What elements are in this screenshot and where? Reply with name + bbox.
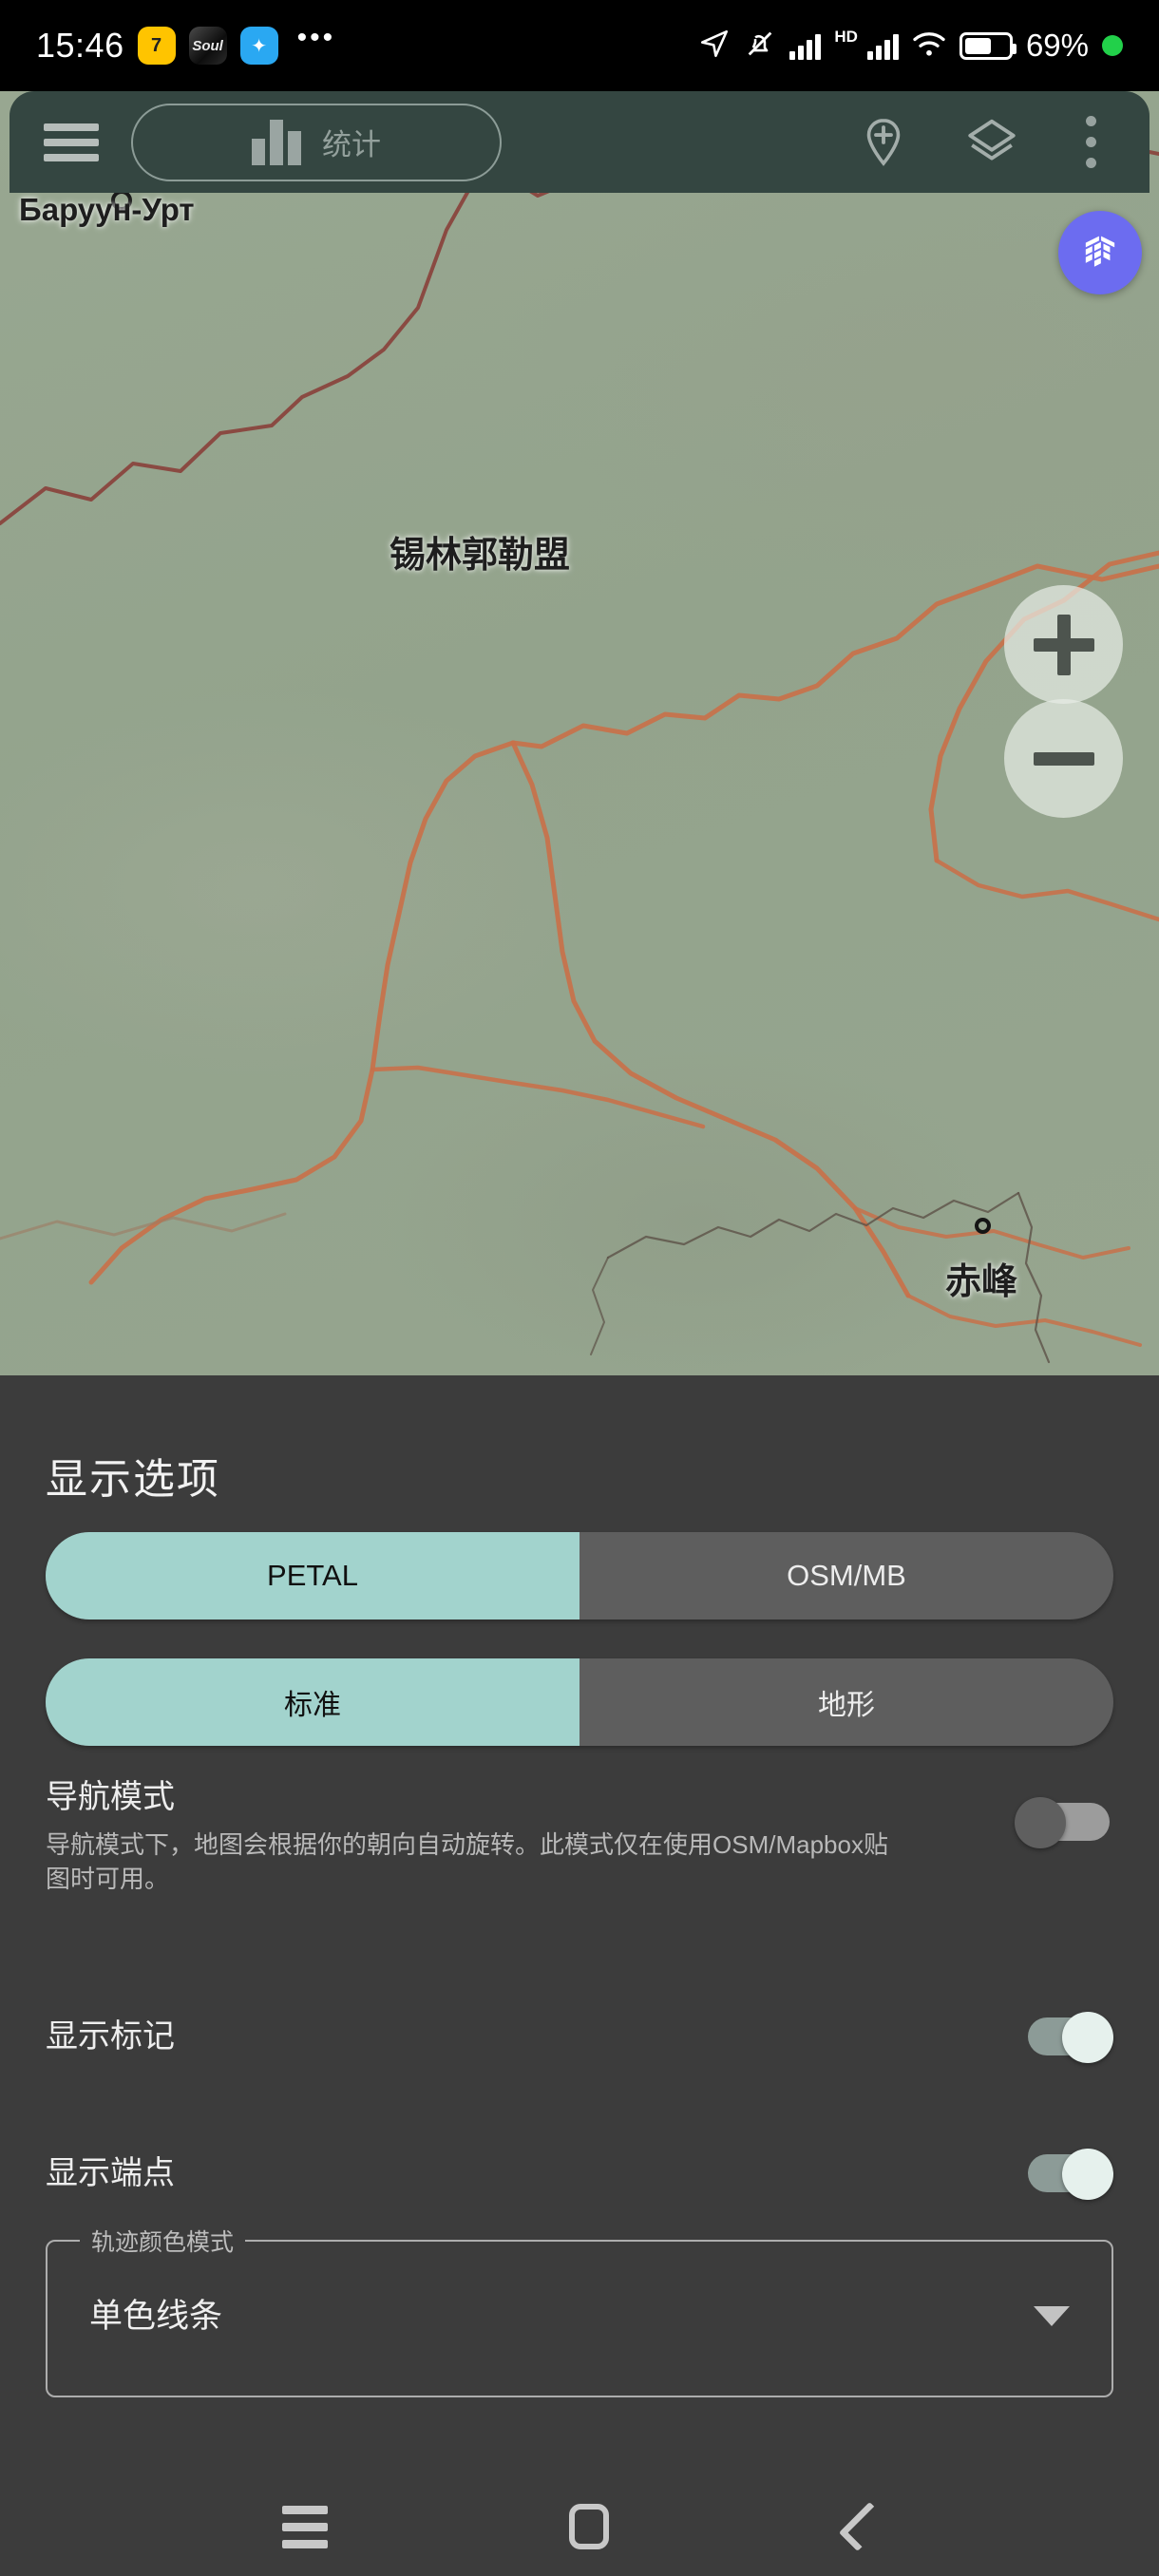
app-bar-actions [856, 112, 1115, 172]
minus-icon [1033, 751, 1094, 766]
navigation-mode-description: 导航模式下，地图会根据你的朝向自动旋转。此模式仅在使用OSM/Mapbox贴图时… [46, 1830, 888, 1893]
droid-icon: ✦ [239, 27, 278, 65]
map-label-baruun-urt: Баруун-Урт [19, 192, 195, 227]
plus-icon-vertical [1056, 614, 1071, 675]
status-bar: 15:46 7 Soul ✦ ••• HD 69% [0, 0, 1159, 91]
show-endpoints-row: 显示端点 [46, 2147, 1113, 2204]
signal-sim1-icon [789, 31, 822, 60]
app-bar: 统计 [10, 91, 1150, 193]
signal-sim2-icon [866, 31, 899, 60]
mute-bell-icon [744, 28, 776, 65]
hd-voice-label: HD [834, 27, 858, 46]
soul-icon: Soul [188, 27, 227, 65]
qimao-icon: 7 [137, 27, 176, 65]
battery-icon [959, 31, 1016, 60]
track-color-mode-legend: 轨迹颜色模式 [80, 2224, 246, 2258]
page-title: 显示选项 [46, 1456, 220, 1503]
show-markers-toggle[interactable] [1015, 2012, 1113, 2063]
battery-percent: 69% [1025, 28, 1089, 63]
bar-chart-icon [252, 119, 301, 165]
stats-chip-button[interactable]: 统计 [131, 103, 502, 181]
stats-chip-label: 统计 [322, 128, 381, 161]
toggle-thumb [1015, 1797, 1066, 1848]
zoom-in-button[interactable] [1004, 585, 1123, 704]
wifi-icon [912, 29, 946, 63]
segment-option-standard[interactable]: 标准 [46, 1658, 580, 1746]
navigation-mode-label: 导航模式 [46, 1779, 175, 1815]
map-label-chifeng: 赤峰 [945, 1262, 1018, 1302]
status-overflow-icon: ••• [296, 22, 336, 53]
system-nav-bar [0, 2477, 1159, 2576]
toggle-thumb [1062, 2012, 1113, 2063]
show-markers-row: 显示标记 [46, 2010, 1113, 2067]
navigation-mode-toggle[interactable] [1015, 1797, 1113, 1848]
recent-apps-icon[interactable] [282, 2505, 328, 2548]
display-options-sheet: 显示选项 PETAL OSM/MB 标准 地形 导航模式 导航模式下，地图会根据… [0, 1375, 1159, 2477]
show-markers-label: 显示标记 [46, 2018, 175, 2055]
back-icon[interactable] [838, 2501, 889, 2552]
show-endpoints-label: 显示端点 [46, 2155, 175, 2191]
recording-dot-icon [1102, 35, 1123, 56]
map-roads-layer [0, 142, 1159, 1364]
map-style-segmented-control[interactable]: 标准 地形 [46, 1658, 1113, 1746]
map-provider-segmented-control[interactable]: PETAL OSM/MB [46, 1532, 1113, 1619]
status-bar-right: HD 69% [698, 28, 1123, 65]
status-bar-left: 15:46 7 Soul ✦ ••• [36, 22, 336, 66]
segment-option-osm-mb[interactable]: OSM/MB [580, 1532, 1113, 1619]
location-arrow-icon [698, 28, 731, 65]
show-endpoints-toggle[interactable] [1015, 2149, 1113, 2200]
kebab-menu-icon[interactable] [1073, 112, 1110, 172]
home-icon[interactable] [569, 2504, 609, 2549]
city-dot-chifeng [975, 1218, 991, 1234]
segment-option-terrain[interactable]: 地形 [580, 1658, 1113, 1746]
map-label-xilinguole: 锡林郭勒盟 [390, 536, 571, 576]
map-canvas[interactable]: 西乌尔特 Баруун-Урт 锡林郭勒盟 赤峰 [0, 91, 1159, 1375]
add-marker-pin-icon[interactable] [856, 115, 911, 170]
chevron-down-icon[interactable] [1034, 2306, 1070, 2326]
track-color-mode-dropdown[interactable]: 轨迹颜色模式 单色线条 [46, 2224, 1113, 2397]
phone-screen: 15:46 7 Soul ✦ ••• HD 69% Баруун-Урт 锡林郭… [0, 0, 1159, 2576]
toggle-thumb [1062, 2149, 1113, 2200]
status-clock: 15:46 [36, 26, 124, 65]
zoom-out-button[interactable] [1004, 699, 1123, 818]
3d-cube-icon[interactable] [1058, 211, 1142, 294]
track-color-mode-value: 单色线条 [89, 2298, 223, 2335]
hamburger-icon[interactable] [44, 123, 99, 161]
navigation-mode-row: 导航模式 导航模式下，地图会根据你的朝向自动旋转。此模式仅在使用OSM/Mapb… [46, 1771, 1113, 1897]
segment-option-petal[interactable]: PETAL [46, 1532, 580, 1619]
layers-icon[interactable] [964, 115, 1019, 170]
